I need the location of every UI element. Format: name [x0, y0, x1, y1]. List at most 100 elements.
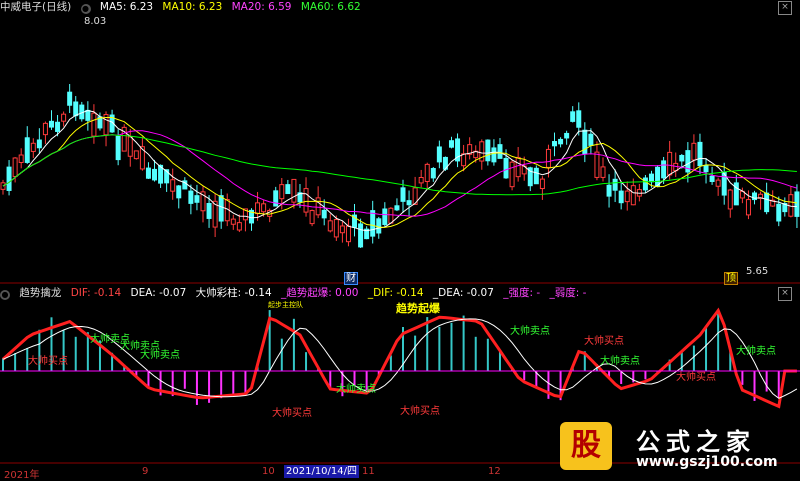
candle	[418, 177, 424, 184]
sell-point-3: 大帅卖点	[140, 350, 180, 361]
qibao-small-label: 起步主控队	[268, 301, 303, 309]
candle	[570, 111, 576, 122]
candle	[667, 151, 673, 176]
candle	[558, 138, 564, 145]
candle	[188, 190, 194, 204]
candle	[630, 185, 636, 206]
candle	[145, 167, 151, 179]
candle	[776, 203, 782, 222]
candle	[436, 146, 442, 163]
candle	[48, 120, 54, 128]
candle	[236, 222, 242, 231]
candle	[461, 153, 467, 167]
candle	[679, 154, 685, 162]
candle	[285, 184, 291, 195]
candle	[794, 191, 800, 217]
candle	[12, 157, 18, 177]
candle	[194, 195, 200, 203]
candle	[394, 205, 400, 211]
candle	[727, 189, 733, 210]
high-price-label: 8.03	[84, 16, 107, 27]
candle	[642, 177, 648, 191]
candle	[485, 139, 491, 162]
sell-point-7: 大帅卖点	[736, 346, 776, 357]
candle	[406, 200, 412, 206]
candle	[539, 178, 545, 190]
sell-point-6: 大帅卖点	[600, 356, 640, 367]
candle	[261, 203, 267, 213]
axis-month-10: 10	[262, 466, 275, 477]
candle	[255, 202, 261, 215]
candle	[697, 141, 703, 167]
candle	[612, 178, 618, 191]
candle	[291, 178, 297, 203]
candle	[36, 139, 42, 149]
candle	[533, 167, 539, 185]
axis-month-9: 9	[142, 466, 149, 477]
candle	[273, 190, 279, 207]
candle	[661, 160, 667, 179]
candle	[358, 223, 364, 248]
qibao-big-label: 趋势起爆	[396, 302, 440, 315]
candle	[345, 225, 351, 243]
candle	[691, 142, 697, 161]
candle	[115, 135, 121, 161]
low-price-label: 5.65	[746, 266, 769, 277]
axis-month-12: 12	[488, 466, 501, 477]
watermark: 股 公式之家 www.gszj100.com	[560, 420, 790, 476]
candle	[703, 165, 709, 173]
candle	[6, 166, 12, 191]
candle	[133, 150, 139, 160]
candle	[503, 157, 509, 179]
candle	[564, 132, 570, 139]
candle	[576, 110, 582, 128]
buy-point-1: 大帅买点	[28, 356, 68, 367]
candle	[321, 209, 327, 219]
candle	[764, 192, 770, 213]
watermark-title: 公式之家	[636, 428, 756, 456]
axis-year-label: 2021年	[4, 470, 40, 481]
candle	[309, 210, 315, 225]
candle	[424, 163, 430, 182]
candle	[85, 109, 91, 121]
candle	[303, 188, 309, 213]
candle	[624, 190, 630, 203]
cursor-date-label: 2021/10/14/四	[284, 465, 360, 478]
candle	[594, 151, 600, 178]
sell-point-5: 大帅卖点	[510, 326, 550, 337]
candle	[430, 168, 436, 179]
cai-marker[interactable]: 财	[344, 272, 358, 285]
candle	[515, 156, 521, 178]
candle	[230, 218, 236, 225]
candle	[279, 184, 285, 200]
candle	[376, 218, 382, 234]
watermark-logo: 股	[560, 422, 612, 470]
candle	[388, 207, 394, 224]
buy-point-2: 大帅买点	[272, 408, 312, 419]
candle	[618, 190, 624, 204]
buy-point-3: 大帅买点	[400, 406, 440, 417]
candle	[315, 197, 321, 216]
candle	[400, 187, 406, 202]
candle	[333, 219, 339, 238]
candle	[382, 208, 388, 225]
candle	[715, 179, 721, 187]
candle	[91, 112, 97, 137]
candle	[42, 122, 48, 136]
candle	[339, 225, 345, 234]
indicator-pane	[1, 307, 798, 409]
candle	[491, 147, 497, 163]
candle	[30, 142, 36, 152]
candle	[745, 199, 751, 216]
candle	[327, 220, 333, 232]
candle	[370, 210, 376, 237]
candle	[600, 166, 606, 178]
candle	[61, 113, 67, 122]
axis-month-11: 11	[362, 466, 375, 477]
sell-point-4: 大帅卖点	[336, 384, 376, 395]
candle	[206, 203, 212, 219]
ding-marker[interactable]: 顶	[724, 272, 738, 285]
candle	[55, 121, 61, 132]
watermark-url: www.gszj100.com	[636, 454, 778, 470]
candle	[73, 101, 79, 117]
